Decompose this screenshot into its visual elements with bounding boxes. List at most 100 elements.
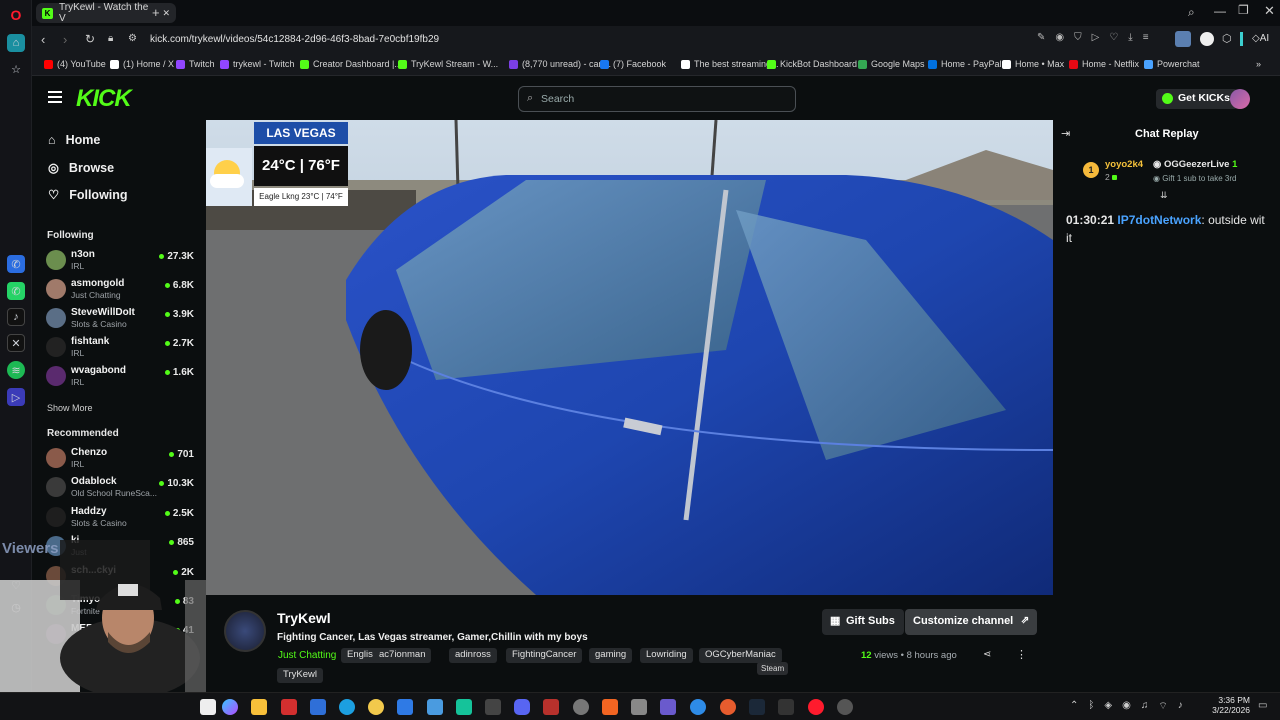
app-icon-11[interactable] [720,699,736,715]
get-kicks-button[interactable]: Get KICKs [1156,89,1238,109]
reload-icon[interactable]: ↻ [85,32,95,46]
gift-subs-button[interactable]: ▦ Gift Subs [822,609,904,635]
speed-dial-icon[interactable]: ⌂ [7,34,25,52]
bookmark-item[interactable]: The best streaming... [681,59,779,69]
channel-row[interactable]: Haddzy Slots & Casino 2.5K [46,504,196,530]
bookmark-item[interactable]: Google Maps [858,59,925,69]
maximize-icon[interactable]: ❐ [1238,3,1249,17]
messenger-icon[interactable]: ✆ [7,255,25,273]
edit-icon[interactable]: ✎ [1037,32,1045,43]
clock[interactable]: 3:36 PM 3/22/2026 [1208,695,1250,715]
bookmarks-icon[interactable]: ☆ [7,60,25,78]
player-icon[interactable]: ▷ [7,388,25,406]
close-window-icon[interactable]: ✕ [1264,3,1275,19]
channel-row[interactable]: Chenzo IRL 701 [46,445,196,471]
channel-name[interactable]: TryKewl [277,610,331,626]
tag[interactable]: OGCyberManiac [699,648,782,663]
customize-channel-button[interactable]: Customize channel ⇗ [905,609,1038,635]
channel-row[interactable]: Odablock Old School RuneSca... 10.3K [46,474,196,500]
tag[interactable]: Lowriding [640,648,693,663]
channel-avatar[interactable] [224,610,266,652]
shield-icon[interactable]: ⛉ [1074,32,1082,43]
kick-logo[interactable]: KICK [76,85,132,113]
app-icon-6[interactable] [543,699,559,715]
app-icon-10[interactable] [690,699,706,715]
user-avatar[interactable] [1230,89,1250,109]
copilot-icon[interactable] [222,699,238,715]
new-tab-button[interactable]: + [152,5,160,20]
bookmark-item[interactable]: Powerchat [1144,59,1200,69]
tag[interactable]: FightingCancer [506,648,583,663]
app-icon-13[interactable] [837,699,853,715]
channel-row[interactable]: wvagabond IRL 1.6K [46,363,196,389]
bookmark-item[interactable]: TryKewl Stream - W... [398,59,498,69]
opera-taskbar-icon[interactable] [808,699,824,715]
leader1-name[interactable]: yoyo2k4 [1105,159,1143,170]
bookmark-item[interactable]: (8,770 unread) - carl... [509,59,611,69]
extensions-icon[interactable]: ⬡ [1222,32,1232,45]
tiktok-icon[interactable]: ♪ [7,308,25,326]
opera-logo-icon[interactable]: O [7,6,25,24]
tray-app2-icon[interactable]: ◉ [1122,700,1131,713]
nav-following[interactable]: ♡ Following [48,187,128,203]
network-icon[interactable]: ⌔ [1158,700,1167,713]
search-box[interactable]: ⌕ Search [518,86,796,112]
whatsapp-icon[interactable]: ✆ [7,282,25,300]
menu-icon[interactable]: ≡ [1143,32,1149,43]
app-icon-2[interactable] [310,699,326,715]
more-bookmarks-icon[interactable]: » [1256,59,1261,69]
more-options-icon[interactable]: ⋮ [1016,648,1027,661]
site-settings-icon[interactable]: ⚙ [128,33,137,44]
bookmark-item[interactable]: trykewl - Twitch [220,59,294,69]
bookmark-item[interactable]: (7) Facebook [600,59,666,69]
app-icon-3[interactable] [397,699,413,715]
app-icon-8[interactable] [602,699,618,715]
download-icon[interactable]: ⤓ [1128,32,1132,43]
bookmark-item[interactable]: Home • Max [1002,59,1064,69]
share-icon[interactable]: ⋖ [983,649,991,660]
x-icon[interactable]: ✕ [7,334,25,352]
video-player[interactable]: LAS VEGAS 24°C | 76°F Eagle Lkng 23°C | … [206,120,1053,595]
nav-home[interactable]: ⌂ Home [48,133,100,147]
bookmark-item[interactable]: (4) YouTube [44,59,106,69]
search-tabs-icon[interactable]: ⌕ [1188,5,1195,20]
notifications-icon[interactable]: ▭ [1258,700,1267,711]
notepad-icon[interactable] [427,699,443,715]
tray-app-icon[interactable]: ◈ [1104,700,1112,713]
back-icon[interactable]: ‹ [41,32,45,47]
expand-leaderboard-icon[interactable]: ⇊ [1160,190,1168,201]
gamepad-icon[interactable] [631,699,647,715]
tab-close-icon[interactable]: ✕ [162,8,170,19]
discord-icon[interactable] [514,699,530,715]
leader2-row[interactable]: ◉ OGGeezerLive 1 [1153,159,1237,170]
app-icon-9[interactable] [660,699,676,715]
edge-icon[interactable] [339,699,355,715]
volume-icon[interactable]: ♪ [1178,700,1183,713]
app-icon-1[interactable] [281,699,297,715]
steam-icon[interactable] [749,699,765,715]
camera-icon[interactable]: ◉ [1055,32,1064,43]
file-explorer-icon[interactable] [251,699,267,715]
tray-chevron-icon[interactable]: ⌃ [1070,700,1078,713]
channel-row[interactable]: asmongold Just Chatting 6.8K [46,276,196,302]
hamburger-menu-icon[interactable] [48,91,62,103]
mic-icon[interactable]: ♫ [1141,700,1149,713]
app-icon-12[interactable] [778,699,794,715]
ai-button[interactable]: ◇AI [1252,33,1269,44]
heart-outline-icon[interactable]: ♡ [1109,32,1118,43]
play-icon[interactable]: ▷ [1092,32,1100,43]
tag[interactable]: ac7ionman [373,648,432,663]
bookmark-item[interactable]: Home - PayPal [928,59,1002,69]
collapse-chat-icon[interactable]: ⇥ [1061,127,1070,140]
nav-browse[interactable]: ◎ Browse [48,160,114,176]
bluetooth-icon[interactable]: ᛒ [1088,700,1094,713]
chat-message-user[interactable]: IP7dotNetwork [1117,213,1201,227]
channel-row[interactable]: SteveWillDoIt Slots & Casino 3.9K [46,305,196,331]
chrome-icon[interactable] [368,699,384,715]
tag[interactable]: gaming [589,648,633,663]
profile-avatar[interactable] [1175,31,1191,47]
bookmark-item[interactable]: (1) Home / X [110,59,174,69]
channel-row[interactable]: n3on IRL 27.3K [46,247,196,273]
show-more-link[interactable]: Show More [47,403,93,413]
system-tray[interactable]: ⌃ ᛒ ◈ ◉ ♫ ⌔ ♪ [1070,700,1183,713]
